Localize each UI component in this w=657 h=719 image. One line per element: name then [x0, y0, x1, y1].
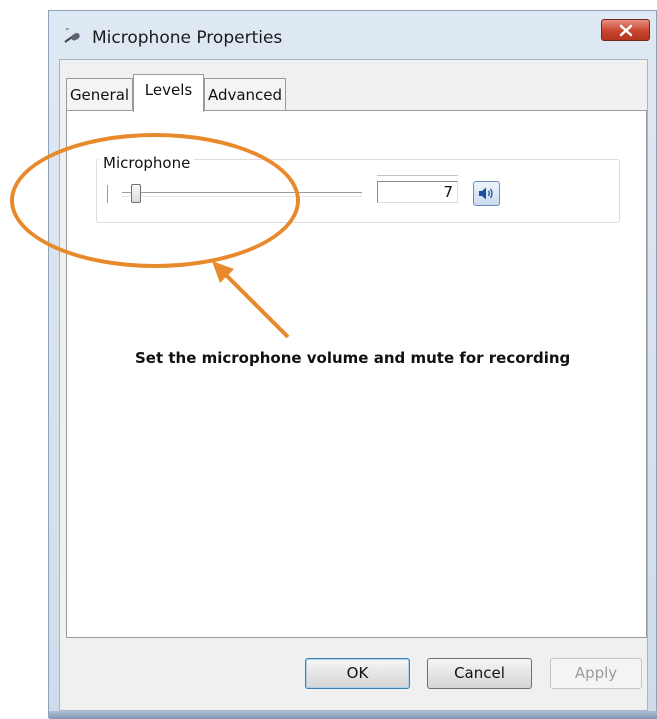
- annotation-arrow: [212, 261, 290, 339]
- tab-levels[interactable]: Levels: [133, 74, 204, 112]
- microphone-icon: [63, 28, 85, 46]
- speaker-icon: [479, 187, 493, 200]
- tab-general-label: General: [69, 86, 130, 104]
- window-bottom-border: [49, 711, 657, 719]
- tab-levels-label: Levels: [144, 81, 193, 99]
- mute-button[interactable]: [473, 181, 500, 206]
- level-field-rule: [377, 175, 458, 176]
- tab-general[interactable]: General: [66, 78, 133, 111]
- highlight-ellipse: [10, 133, 300, 268]
- annotation-caption: Set the microphone volume and mute for r…: [135, 349, 571, 367]
- cancel-button[interactable]: Cancel: [427, 658, 532, 689]
- window-title: Microphone Properties: [92, 28, 283, 48]
- ok-button[interactable]: OK: [305, 658, 410, 689]
- close-icon: [619, 24, 633, 37]
- close-button[interactable]: [601, 19, 650, 41]
- apply-button[interactable]: Apply: [550, 658, 642, 689]
- tab-advanced[interactable]: Advanced: [204, 78, 286, 111]
- volume-level-field[interactable]: 7: [377, 181, 458, 203]
- title-bar[interactable]: Microphone Properties: [49, 11, 656, 59]
- tab-advanced-label: Advanced: [207, 86, 283, 104]
